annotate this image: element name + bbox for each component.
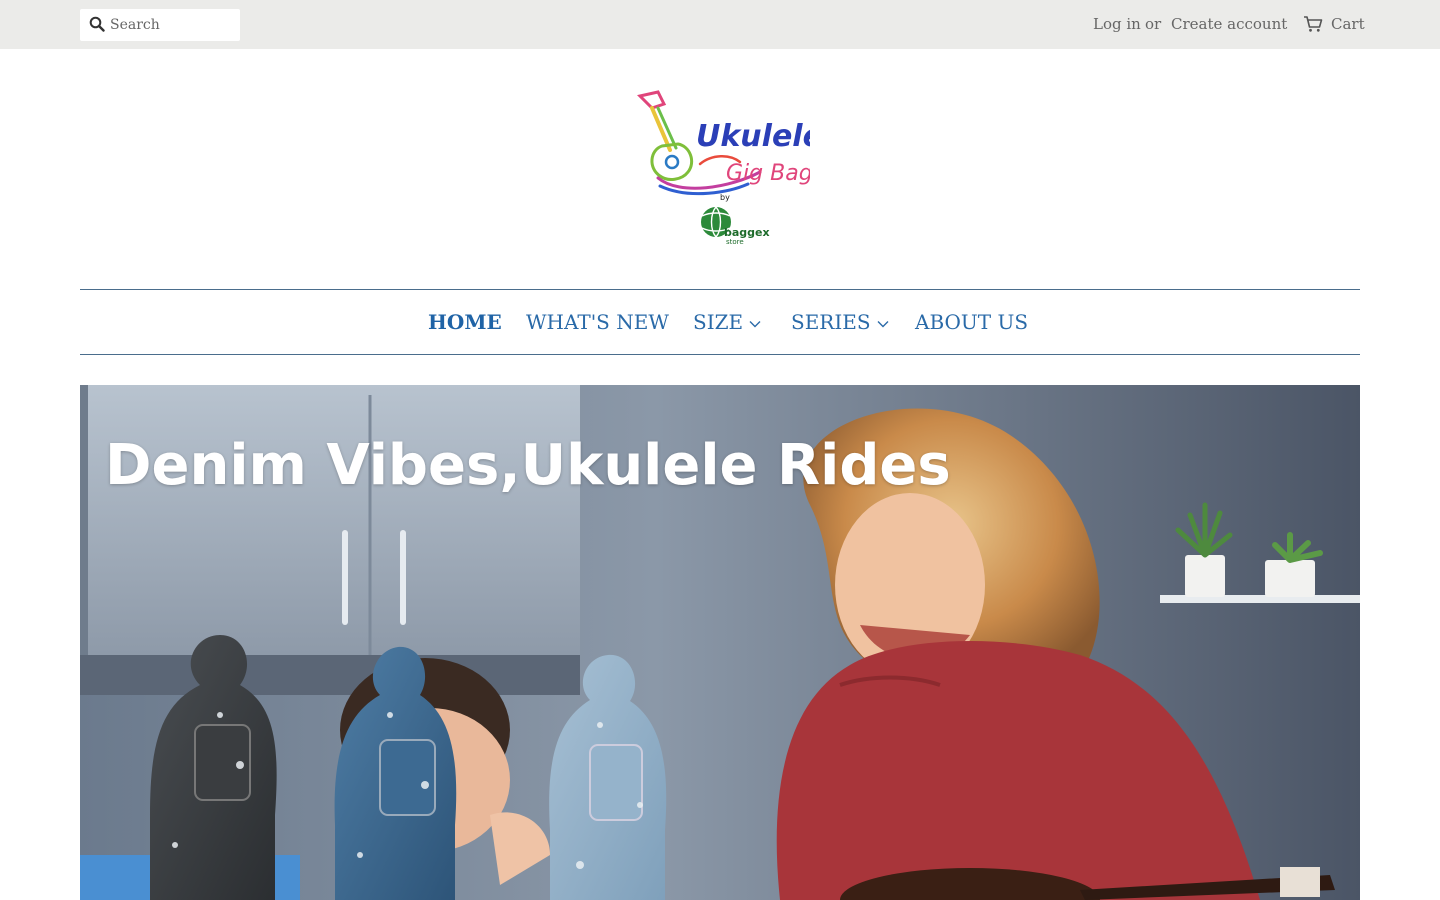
hero-title: Denim Vibes,Ukulele Rides — [105, 433, 951, 498]
nav-item-series[interactable]: SERIES — [791, 310, 889, 334]
cart-link[interactable]: Cart — [1303, 13, 1365, 35]
or-separator: or — [1145, 15, 1162, 33]
top-utility-bar: Log in or Create account Cart — [0, 0, 1440, 49]
logo-store-sub: store — [726, 238, 744, 246]
logo-title-line1: Ukulele — [696, 119, 810, 154]
chevron-down-icon — [877, 320, 889, 327]
nav-item-about-us[interactable]: ABOUT US — [915, 310, 1028, 334]
nav-item-whats-new[interactable]: WHAT'S NEW — [526, 310, 669, 334]
login-link[interactable]: Log in — [1093, 15, 1141, 33]
logo-by: by — [720, 193, 730, 202]
hero-banner[interactable]: Denim Vibes,Ukulele Rides — [80, 385, 1360, 900]
cart-icon — [1304, 16, 1323, 32]
nav-item-size[interactable]: SIZE — [693, 310, 761, 334]
search-icon[interactable] — [89, 16, 105, 32]
ukulele-logo-graphic: Ukulele Gig Bag by baggex store — [637, 90, 823, 246]
logo-title-line2: Gig Bag — [726, 161, 810, 186]
store-logo[interactable]: Ukulele Gig Bag by baggex store — [630, 88, 823, 248]
chevron-down-icon — [749, 320, 761, 327]
cart-label: Cart — [1331, 15, 1365, 33]
create-account-link[interactable]: Create account — [1171, 15, 1287, 33]
nav-item-home[interactable]: HOME — [428, 310, 502, 334]
nav-item-size-label: SIZE — [693, 310, 744, 334]
search-box[interactable] — [80, 9, 240, 41]
nav-item-series-label: SERIES — [791, 310, 871, 334]
main-navigation: HOME WHAT'S NEW SIZE SERIES ABOUT US — [80, 289, 1360, 355]
search-input[interactable] — [110, 9, 236, 41]
